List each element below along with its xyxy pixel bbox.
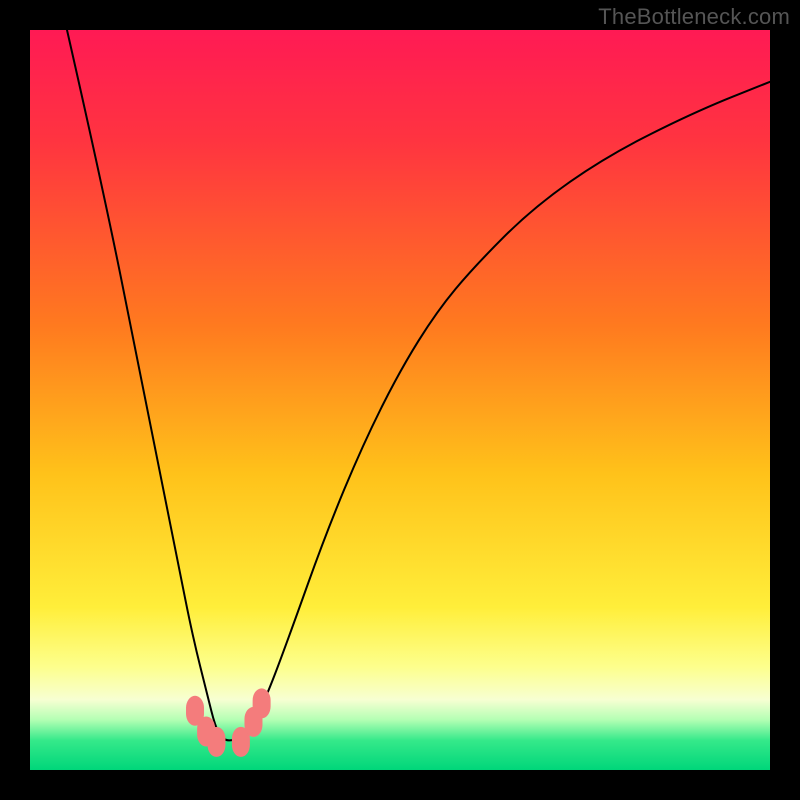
watermark-text: TheBottleneck.com [598, 4, 790, 30]
curve-marker [253, 688, 271, 718]
chart-frame: TheBottleneck.com [0, 0, 800, 800]
curve-marker [207, 727, 225, 757]
gradient-background [30, 30, 770, 770]
plot-area [30, 30, 770, 770]
chart-svg [30, 30, 770, 770]
